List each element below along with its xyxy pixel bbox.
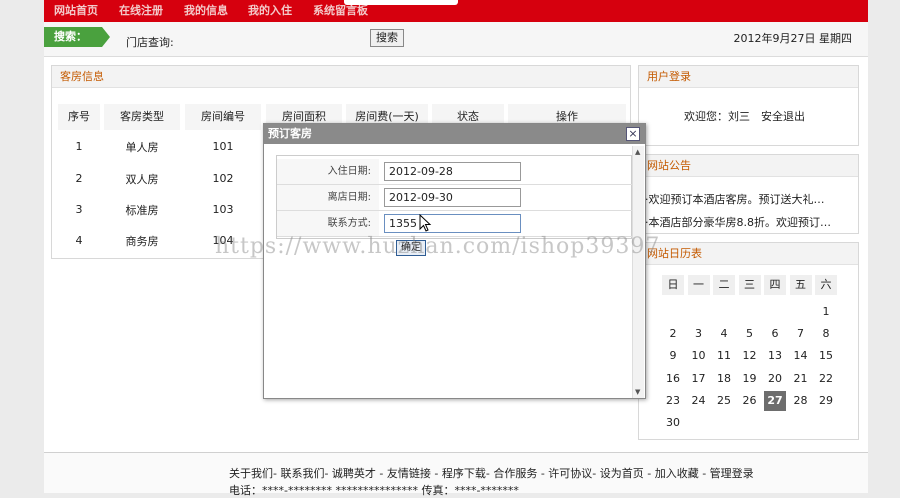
table-row-no: 3	[75, 203, 83, 216]
close-icon[interactable]: ×	[626, 127, 640, 141]
calendar-day[interactable]: 23	[662, 391, 684, 411]
calendar-day[interactable]: 2	[662, 324, 684, 344]
calendar-weekday: 六	[815, 275, 837, 295]
watermark-text: https://www.huzhan.com/ishop39397	[215, 234, 661, 259]
footer-contact: 电话：****-******** *************** 传真：****…	[229, 484, 519, 497]
calendar-title: 网站日历表	[639, 243, 858, 265]
calendar-weekday: 二	[713, 275, 735, 295]
calendar-day[interactable]: 26	[739, 391, 761, 411]
logout-link[interactable]: 安全退出	[761, 108, 805, 124]
footer-links[interactable]: 关于我们- 联系我们- 诚聘英才 - 友情链接 - 程序下载- 合作服务 - 许…	[229, 465, 754, 481]
booking-dialog: 预订客房 × 入住日期: 2012-09-28 离店日期: 2012-09-30…	[263, 123, 646, 399]
nav-my-stay[interactable]: 我的入住	[248, 2, 292, 18]
user-login-title: 用户登录	[639, 66, 858, 88]
search-button[interactable]: 搜索	[370, 29, 404, 47]
top-nav: 网站首页 在线注册 我的信息 我的入住 系统留言板	[44, 0, 868, 22]
calendar-day[interactable]: 3	[688, 324, 710, 344]
calendar-panel: 网站日历表 日一二三四五六 1 2 3 4 5 6 7 8 9 10 11 12 13 14 15 16 17 18…	[638, 242, 859, 440]
calendar-day[interactable]: 10	[688, 346, 710, 366]
nav-overlay-tab	[344, 0, 458, 5]
nav-home[interactable]: 网站首页	[54, 2, 98, 18]
col-no: 序号	[58, 104, 100, 130]
checkout-date-input[interactable]: 2012-09-30	[384, 188, 521, 207]
calendar-day[interactable]: 7	[790, 324, 812, 344]
table-row-room: 101	[212, 140, 234, 153]
user-login-panel: 用户登录 欢迎您：刘三 安全退出	[638, 65, 859, 146]
booking-form: 入住日期: 2012-09-28 离店日期: 2012-09-30 联系方式: …	[276, 155, 633, 239]
calendar-day[interactable]: 25	[713, 391, 735, 411]
notice-item[interactable]: ·本酒店部分豪华房8.8折。欢迎预订…	[645, 214, 831, 230]
calendar-day[interactable]: 19	[739, 369, 761, 389]
table-row-no: 2	[75, 172, 83, 185]
store-search-label: 门店查询:	[126, 36, 174, 49]
notice-title: 网站公告	[639, 155, 858, 177]
checkin-row: 入住日期: 2012-09-28	[277, 159, 633, 185]
current-date: 2012年9月27日 星期四	[733, 32, 853, 45]
calendar-day[interactable]: 29	[815, 391, 837, 411]
calendar-day[interactable]: 5	[739, 324, 761, 344]
calendar-day[interactable]: 17	[688, 369, 710, 389]
table-row-type: 标准房	[125, 204, 159, 217]
welcome-text: 欢迎您：刘三	[684, 110, 750, 123]
col-type: 客房类型	[104, 104, 180, 130]
dialog-title: 预订客房	[264, 124, 645, 144]
calendar-day[interactable]: 30	[662, 413, 684, 433]
checkout-row: 离店日期: 2012-09-30	[277, 185, 633, 211]
calendar-day[interactable]: 18	[713, 369, 735, 389]
calendar-day[interactable]: 8	[815, 324, 837, 344]
table-row-type: 单人房	[125, 141, 159, 154]
nav-my-info[interactable]: 我的信息	[184, 2, 228, 18]
notice-item[interactable]: ·欢迎预订本酒店客房。预订送大礼…	[645, 191, 825, 207]
room-info-title: 客房信息	[52, 66, 630, 88]
table-row-type: 双人房	[125, 173, 159, 186]
contact-input[interactable]: 1355	[384, 214, 521, 233]
calendar-weekday: 四	[764, 275, 786, 295]
calendar-day[interactable]: 22	[815, 369, 837, 389]
table-row-room: 102	[212, 172, 234, 185]
table-row-room: 103	[212, 203, 234, 216]
calendar-day[interactable]: 16	[662, 369, 684, 389]
mouse-cursor-icon	[419, 214, 432, 232]
notice-panel: 网站公告 ·欢迎预订本酒店客房。预订送大礼… ·本酒店部分豪华房8.8折。欢迎预…	[638, 154, 859, 234]
calendar-day[interactable]: 12	[739, 346, 761, 366]
calendar-day[interactable]: 13	[764, 346, 786, 366]
calendar-weekday: 五	[789, 275, 812, 295]
scroll-down-icon[interactable]: ▼	[635, 388, 640, 396]
search-tag: 搜索：	[44, 27, 110, 47]
calendar-weekday: 日	[662, 275, 684, 295]
nav-register[interactable]: 在线注册	[119, 2, 163, 18]
checkin-date-input[interactable]: 2012-09-28	[384, 162, 521, 181]
calendar-day[interactable]: 6	[764, 324, 786, 344]
calendar-weekday: 三	[738, 275, 761, 295]
calendar-day[interactable]: 14	[790, 346, 812, 366]
calendar-day[interactable]: 9	[662, 346, 684, 366]
calendar-day[interactable]: 20	[764, 369, 786, 389]
calendar-day[interactable]: 24	[688, 391, 710, 411]
checkin-label: 入住日期:	[277, 159, 379, 184]
calendar-day[interactable]: 1	[815, 302, 837, 322]
table-row-type: 商务房	[125, 235, 159, 248]
calendar-day[interactable]: 21	[790, 369, 812, 389]
calendar-weekday: 一	[687, 275, 710, 295]
checkout-label: 离店日期:	[277, 185, 379, 210]
col-room-no: 房间编号	[185, 104, 261, 130]
dialog-scrollbar[interactable]: ▲ ▼	[632, 146, 644, 398]
contact-label: 联系方式:	[277, 211, 379, 236]
table-row-no: 4	[75, 234, 83, 247]
scroll-up-icon[interactable]: ▲	[635, 148, 640, 156]
calendar-day[interactable]: 11	[713, 346, 735, 366]
search-bar: 搜索： 门店查询: 搜索 2012年9月27日 星期四	[44, 22, 868, 57]
calendar-day[interactable]: 28	[790, 391, 812, 411]
calendar-day[interactable]: 27	[764, 390, 786, 411]
table-row-no: 1	[75, 140, 83, 153]
footer: 关于我们- 联系我们- 诚聘英才 - 友情链接 - 程序下载- 合作服务 - 许…	[44, 452, 868, 497]
calendar-day[interactable]: 15	[815, 346, 837, 366]
calendar-day[interactable]: 4	[713, 324, 735, 344]
